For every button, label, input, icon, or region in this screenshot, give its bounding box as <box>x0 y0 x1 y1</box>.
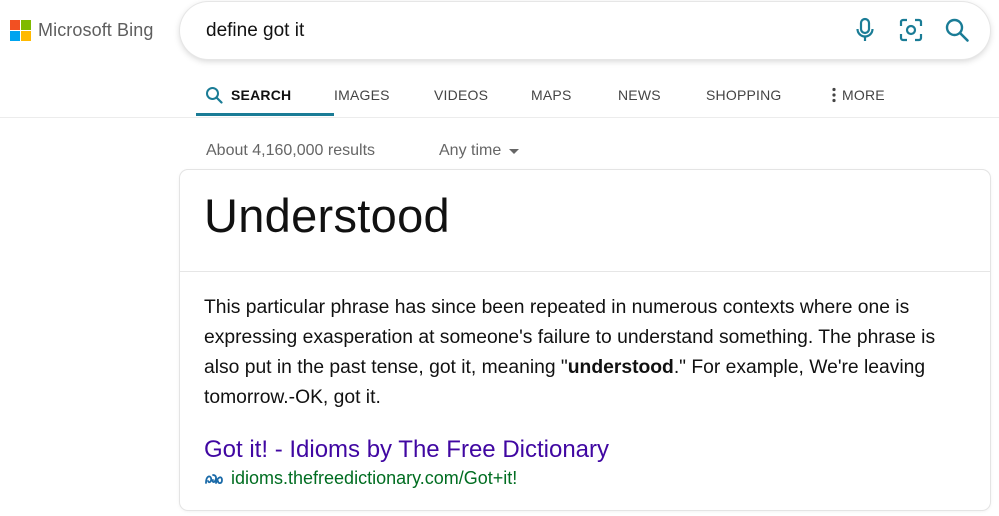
tab-news[interactable]: NEWS <box>618 74 706 116</box>
tab-label: MORE <box>842 87 885 103</box>
tab-shopping[interactable]: SHOPPING <box>706 74 831 116</box>
answer-card: Understood This particular phrase has si… <box>180 170 990 510</box>
source-link[interactable]: Got it! - Idioms by The Free Dictionary <box>204 436 609 464</box>
answer-headline: Understood <box>204 189 450 242</box>
search-box <box>180 2 990 59</box>
visual-search-icon[interactable] <box>898 17 924 43</box>
source-url[interactable]: idioms.thefreedictionary.com/Got+it! <box>204 468 517 489</box>
time-filter-dropdown[interactable]: Any time <box>439 142 520 160</box>
tab-images[interactable]: IMAGES <box>334 74 434 116</box>
source-url-text: idioms.thefreedictionary.com/Got+it! <box>231 468 518 488</box>
microsoft-logo-icon <box>10 19 31 41</box>
nav-divider <box>0 117 999 118</box>
tab-label: MAPS <box>531 87 572 103</box>
caret-down-icon <box>509 148 520 154</box>
tab-label: NEWS <box>618 87 661 103</box>
tab-label: SEARCH <box>231 87 292 103</box>
bing-logo[interactable]: Microsoft Bing <box>10 18 153 42</box>
tab-label: SHOPPING <box>706 87 782 103</box>
time-filter-label: Any time <box>439 142 502 159</box>
answer-snippet: This particular phrase has since been re… <box>204 293 974 413</box>
tab-videos[interactable]: VIDEOS <box>434 74 531 116</box>
nav-tabs: SEARCH IMAGES VIDEOS MAPS NEWS SHOPPING … <box>196 74 911 118</box>
search-icon[interactable] <box>944 17 970 43</box>
more-vertical-icon <box>832 87 836 103</box>
result-count: About 4,160,000 results <box>206 142 376 159</box>
search-icon <box>206 87 223 104</box>
card-divider <box>180 271 990 272</box>
tab-search[interactable]: SEARCH <box>196 74 334 116</box>
search-input[interactable] <box>206 2 806 59</box>
tab-label: IMAGES <box>334 87 390 103</box>
microphone-icon[interactable] <box>852 17 878 43</box>
snippet-bold-term: understood <box>567 357 674 378</box>
tab-more[interactable]: MORE <box>831 74 911 116</box>
tab-label: VIDEOS <box>434 87 489 103</box>
tab-maps[interactable]: MAPS <box>531 74 618 116</box>
brand-name: Microsoft Bing <box>38 19 154 40</box>
free-dictionary-favicon-icon <box>205 473 223 484</box>
